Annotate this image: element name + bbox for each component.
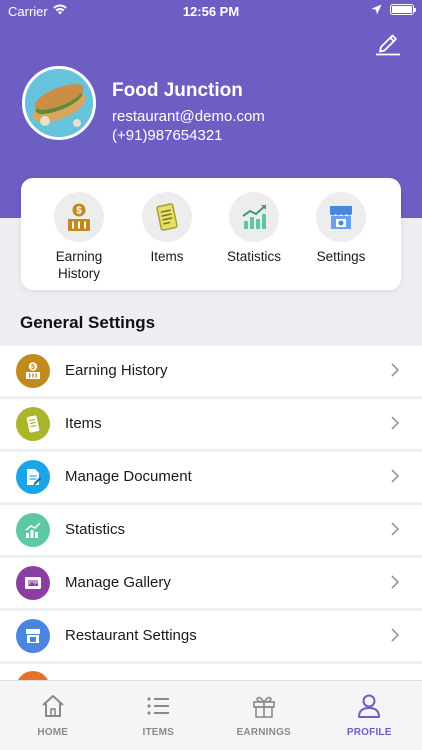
document-icon [16,460,50,494]
profile-name: Food Junction [112,80,243,101]
settings-row-manage-gallery[interactable]: Manage Gallery [0,558,422,608]
tab-label: HOME [37,727,69,738]
edit-icon[interactable] [374,30,402,56]
settings-row-earning-history[interactable]: $ Earning History [0,346,422,396]
settings-row-statistics[interactable]: Statistics [0,505,422,555]
quick-earning-history[interactable]: $ Earning History [39,192,119,282]
row-label: Restaurant Settings [65,627,197,644]
quick-label: Settings [316,249,366,264]
tab-label: PROFILE [346,727,392,738]
quick-statistics-circle [229,192,279,242]
gift-icon [252,696,275,718]
list-icon [147,697,170,715]
home-icon [42,695,64,717]
chevron-right-icon [391,575,400,589]
status-bar: Carrier 12:56 PM [0,0,422,24]
svg-text:$: $ [31,364,35,371]
food-photo [25,69,93,137]
quick-label: Earning History [55,249,103,281]
earning-icon: $ [68,203,90,231]
svg-text:$: $ [76,206,82,217]
profile-phone: (+91)987654321 [112,127,223,144]
chevron-right-icon [391,522,400,536]
items-icon [16,407,50,441]
row-label: Items [65,415,102,432]
battery-icon [390,4,416,15]
chevron-right-icon [391,363,400,377]
quick-items[interactable]: Items [127,192,207,265]
quick-label: Statistics [226,249,281,264]
gallery-icon [16,566,50,600]
tab-label: EARNINGS [236,727,291,738]
earning-icon: $ [16,354,50,388]
tab-home[interactable]: HOME [0,681,106,750]
person-icon [358,694,381,718]
tab-items[interactable]: ITEMS [106,681,212,750]
row-label: Manage Gallery [65,574,171,591]
row-label: Manage Document [65,468,192,485]
location-arrow-icon [371,4,382,15]
items-icon [156,203,178,231]
quick-settings[interactable]: Settings [301,192,381,265]
quick-items-circle [142,192,192,242]
row-label: Earning History [65,362,168,379]
settings-row-restaurant-settings[interactable]: Restaurant Settings [0,611,422,661]
quick-label: Items [150,249,184,264]
section-title: General Settings [20,313,156,332]
statistics-icon [16,513,50,547]
avatar[interactable] [22,66,96,140]
store-icon [330,206,352,229]
store-icon [16,619,50,653]
chevron-right-icon [391,469,400,483]
status-time: 12:56 PM [182,4,240,19]
tab-earnings[interactable]: EARNINGS [211,681,317,750]
quick-actions-card: $ Earning History Items Statistics Setti… [21,178,401,290]
profile-email: restaurant@demo.com [112,108,265,125]
statistics-icon [242,205,266,229]
tab-label: ITEMS [142,727,175,738]
settings-row-items[interactable]: Items [0,399,422,449]
quick-settings-circle [316,192,366,242]
settings-list: $ Earning History Items Manage Document … [0,346,422,664]
quick-statistics[interactable]: Statistics [214,192,294,265]
tab-profile[interactable]: PROFILE [317,681,422,750]
settings-row-manage-document[interactable]: Manage Document [0,452,422,502]
tab-bar: HOME ITEMS EARNINGS PROFILE [0,680,422,750]
quick-earning-circle: $ [54,192,104,242]
row-label: Statistics [65,521,126,538]
chevron-right-icon [391,628,400,642]
chevron-right-icon [391,416,400,430]
